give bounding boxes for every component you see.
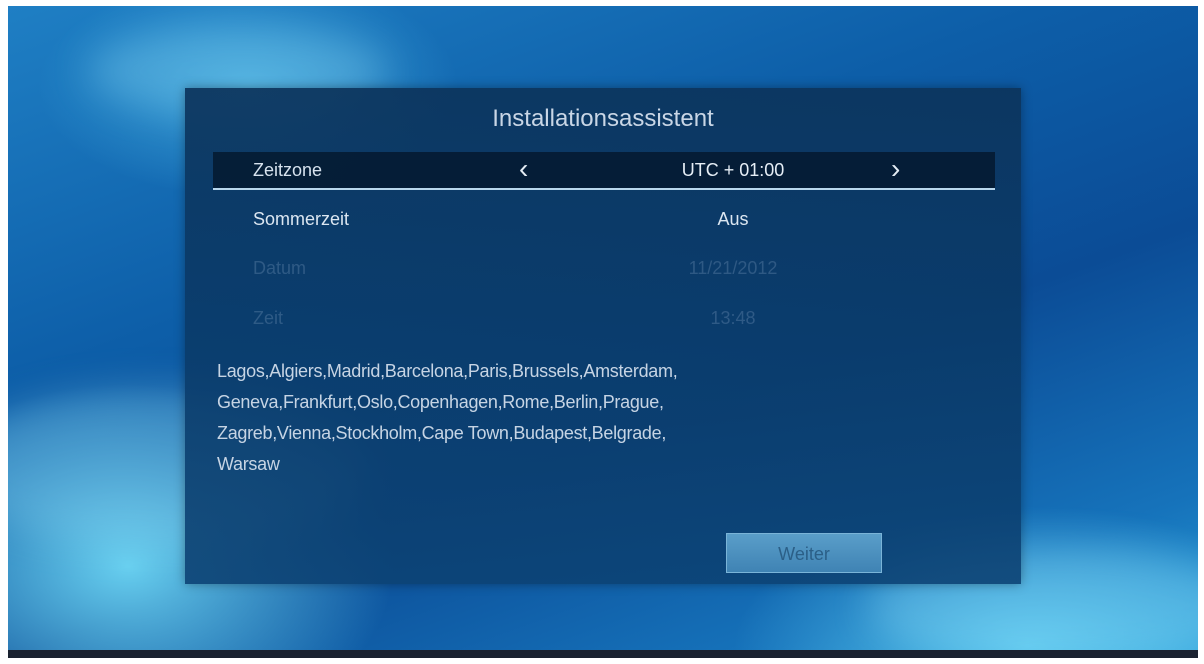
daylight-saving-label: Sommerzeit xyxy=(253,209,350,229)
date-label: Datum xyxy=(253,258,307,278)
daylight-saving-value: Aus xyxy=(717,209,749,229)
tv-screen: Installationsassistent Zeitzone ‹ UTC + … xyxy=(8,6,1198,658)
cities-line: Geneva,Frankfurt,Oslo,Copenhagen,Rome,Be… xyxy=(217,392,664,412)
time-row: Zeit 13:48 xyxy=(213,300,995,336)
daylight-saving-row[interactable]: Sommerzeit Aus xyxy=(213,201,995,237)
dialog-title: Installationsassistent xyxy=(492,105,714,132)
date-row: Datum 11/21/2012 xyxy=(213,250,995,286)
cities-line: Warsaw xyxy=(217,454,280,474)
time-value: 13:48 xyxy=(710,308,756,328)
timezone-value: UTC + 01:00 xyxy=(681,160,785,180)
cities-line: Zagreb,Vienna,Stockholm,Cape Town,Budape… xyxy=(217,423,667,443)
chevron-right-icon[interactable]: › xyxy=(891,154,900,184)
installation-wizard-dialog: Installationsassistent Zeitzone ‹ UTC + … xyxy=(185,88,1021,584)
timezone-label: Zeitzone xyxy=(253,160,323,180)
date-value: 11/21/2012 xyxy=(688,258,778,278)
chevron-left-icon[interactable]: ‹ xyxy=(519,154,528,184)
timezone-row[interactable]: Zeitzone ‹ UTC + 01:00 › xyxy=(213,152,995,190)
time-label: Zeit xyxy=(253,308,284,328)
timezone-cities-text: Lagos,Algiers,Madrid,Barcelona,Paris,Bru… xyxy=(217,356,977,480)
cities-line: Lagos,Algiers,Madrid,Barcelona,Paris,Bru… xyxy=(217,361,678,381)
screen-bottom-edge xyxy=(8,650,1198,658)
next-button[interactable]: Weiter xyxy=(726,533,882,573)
